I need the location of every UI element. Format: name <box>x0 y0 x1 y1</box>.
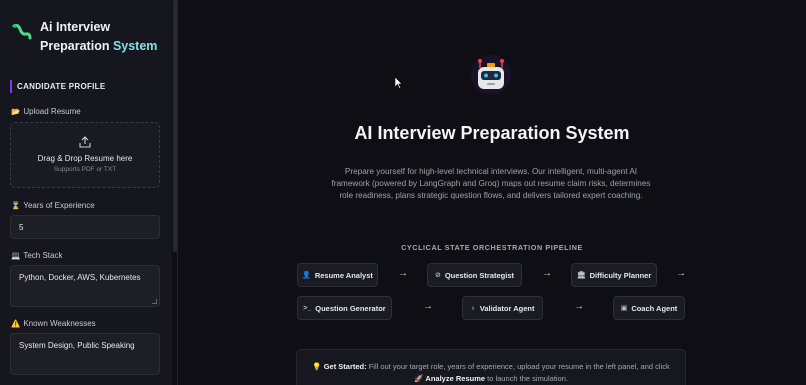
arrow-right-icon: → <box>423 301 433 312</box>
upload-resume-label: 📂 Upload Resume <box>11 107 81 116</box>
node-resume-analyst: 👤 Resume Analyst <box>297 263 378 287</box>
user-icon: 👤 <box>302 272 311 279</box>
page-description: Prepare yourself for high-level technica… <box>331 167 651 201</box>
arrow-right-icon: → <box>398 268 408 279</box>
get-started-banner: 💡 Get Started: Fill out your target role… <box>296 349 686 385</box>
weaknesses-label: ⚠️ Known Weaknesses <box>11 319 96 328</box>
laptop-icon: 💻 <box>11 251 21 260</box>
node-validator-agent: ♁ Validator Agent <box>462 296 543 320</box>
building-icon: 🏛 <box>576 272 586 279</box>
tech-stack-value: Python, Docker, AWS, Kubernetes <box>19 273 141 282</box>
lightbulb-icon: 💡 <box>312 362 322 371</box>
experience-label: ⏳ Years of Experience <box>11 201 95 210</box>
resize-handle[interactable] <box>152 299 157 304</box>
tech-stack-textarea[interactable]: Python, Docker, AWS, Kubernetes <box>10 265 160 307</box>
arrow-right-icon: → <box>676 268 686 279</box>
sidebar: Ai Interview Preparation System CANDIDAT… <box>0 0 172 385</box>
rocket-icon: 🚀 <box>413 374 424 383</box>
tech-stack-label: 💻 Tech Stack <box>11 251 63 260</box>
experience-input[interactable]: 5 <box>10 215 160 239</box>
compass-icon: ⊘ <box>434 272 441 279</box>
arrow-right-icon: → <box>574 301 584 312</box>
node-question-generator: >_ Question Generator <box>297 296 392 320</box>
weaknesses-textarea[interactable]: System Design, Public Speaking <box>10 333 160 375</box>
resume-dropzone[interactable]: Drag & Drop Resume here Supports PDF or … <box>10 122 160 188</box>
pipeline-title: CYCLICAL STATE ORCHESTRATION PIPELINE <box>401 243 583 252</box>
chip-icon: ▣ <box>620 305 628 312</box>
sidebar-divider <box>177 0 178 385</box>
worm-logo-icon <box>12 23 32 40</box>
upload-icon <box>79 136 91 148</box>
dropzone-title: Drag & Drop Resume here <box>37 154 133 163</box>
robot-icon <box>471 55 511 95</box>
badge-icon: ♁ <box>470 304 476 312</box>
arrow-right-icon: → <box>542 268 552 279</box>
folder-icon: 📂 <box>11 107 21 116</box>
node-coach-agent: ▣ Coach Agent <box>613 296 685 320</box>
warning-icon: ⚠️ <box>11 319 21 328</box>
app-title: Ai Interview Preparation System <box>40 20 158 53</box>
node-difficulty-planner: 🏛 Difficulty Planner <box>571 263 657 287</box>
hourglass-icon: ⏳ <box>11 201 21 210</box>
page-title: AI Interview Preparation System <box>354 123 630 143</box>
section-title: CANDIDATE PROFILE <box>10 80 106 93</box>
weaknesses-value: System Design, Public Speaking <box>19 341 135 350</box>
mouse-cursor-icon <box>395 77 403 89</box>
node-question-strategist: ⊘ Question Strategist <box>427 263 522 287</box>
dropzone-subtitle: Supports PDF or TXT <box>53 166 117 173</box>
terminal-icon: >_ <box>303 304 312 312</box>
